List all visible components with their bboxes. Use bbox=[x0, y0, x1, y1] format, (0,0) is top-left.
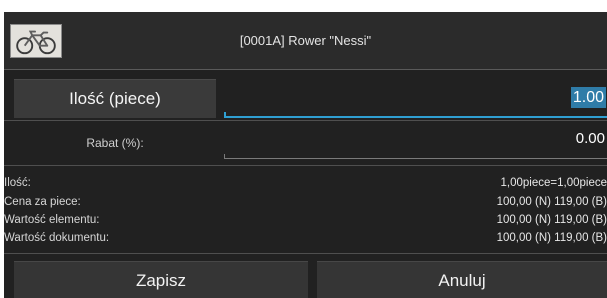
summary-value: 100,00 (N) 119,00 (B) bbox=[496, 214, 607, 226]
summary-row-unit-price: Cena za piece: 100,00 (N) 119,00 (B) bbox=[4, 194, 607, 210]
quantity-dialog: [0001A] Rower "Nessi" Ilość (piece) 1.00… bbox=[4, 12, 607, 298]
quantity-unit-button[interactable]: Ilość (piece) bbox=[14, 79, 216, 118]
dialog-header: [0001A] Rower "Nessi" bbox=[4, 12, 607, 70]
summary-value: 100,00 (N) 119,00 (B) bbox=[496, 232, 607, 244]
summary-row-item-value: Wartość elementu: 100,00 (N) 119,00 (B) bbox=[4, 212, 607, 228]
quantity-input[interactable]: 1.00 bbox=[224, 79, 607, 118]
save-button[interactable]: Zapisz bbox=[14, 261, 308, 298]
summary-value: 100,00 (N) 119,00 (B) bbox=[496, 196, 607, 208]
product-title: [0001A] Rower "Nessi" bbox=[239, 33, 372, 48]
summary-label: Cena za piece: bbox=[4, 196, 81, 208]
summary-label: Ilość: bbox=[4, 177, 31, 189]
discount-label: Rabat (%): bbox=[86, 136, 144, 150]
summary-row-document-value: Wartość dokumentu: 100,00 (N) 119,00 (B) bbox=[4, 230, 607, 246]
discount-input-value: 0.00 bbox=[575, 130, 605, 147]
quantity-row: Ilość (piece) 1.00 bbox=[4, 70, 607, 121]
discount-row: Rabat (%): 0.00 bbox=[4, 121, 607, 166]
summary-label: Wartość elementu: bbox=[4, 214, 100, 226]
cancel-button[interactable]: Anuluj bbox=[317, 261, 607, 298]
dialog-actions: Zapisz Anuluj bbox=[4, 253, 607, 298]
discount-input[interactable]: 0.00 bbox=[224, 127, 607, 159]
summary-label: Wartość dokumentu: bbox=[4, 232, 110, 244]
summary-row-quantity: Ilość: 1,00piece=1,00piece bbox=[4, 175, 607, 191]
quantity-input-value: 1.00 bbox=[570, 87, 606, 108]
summary-value: 1,00piece=1,00piece bbox=[500, 177, 607, 189]
